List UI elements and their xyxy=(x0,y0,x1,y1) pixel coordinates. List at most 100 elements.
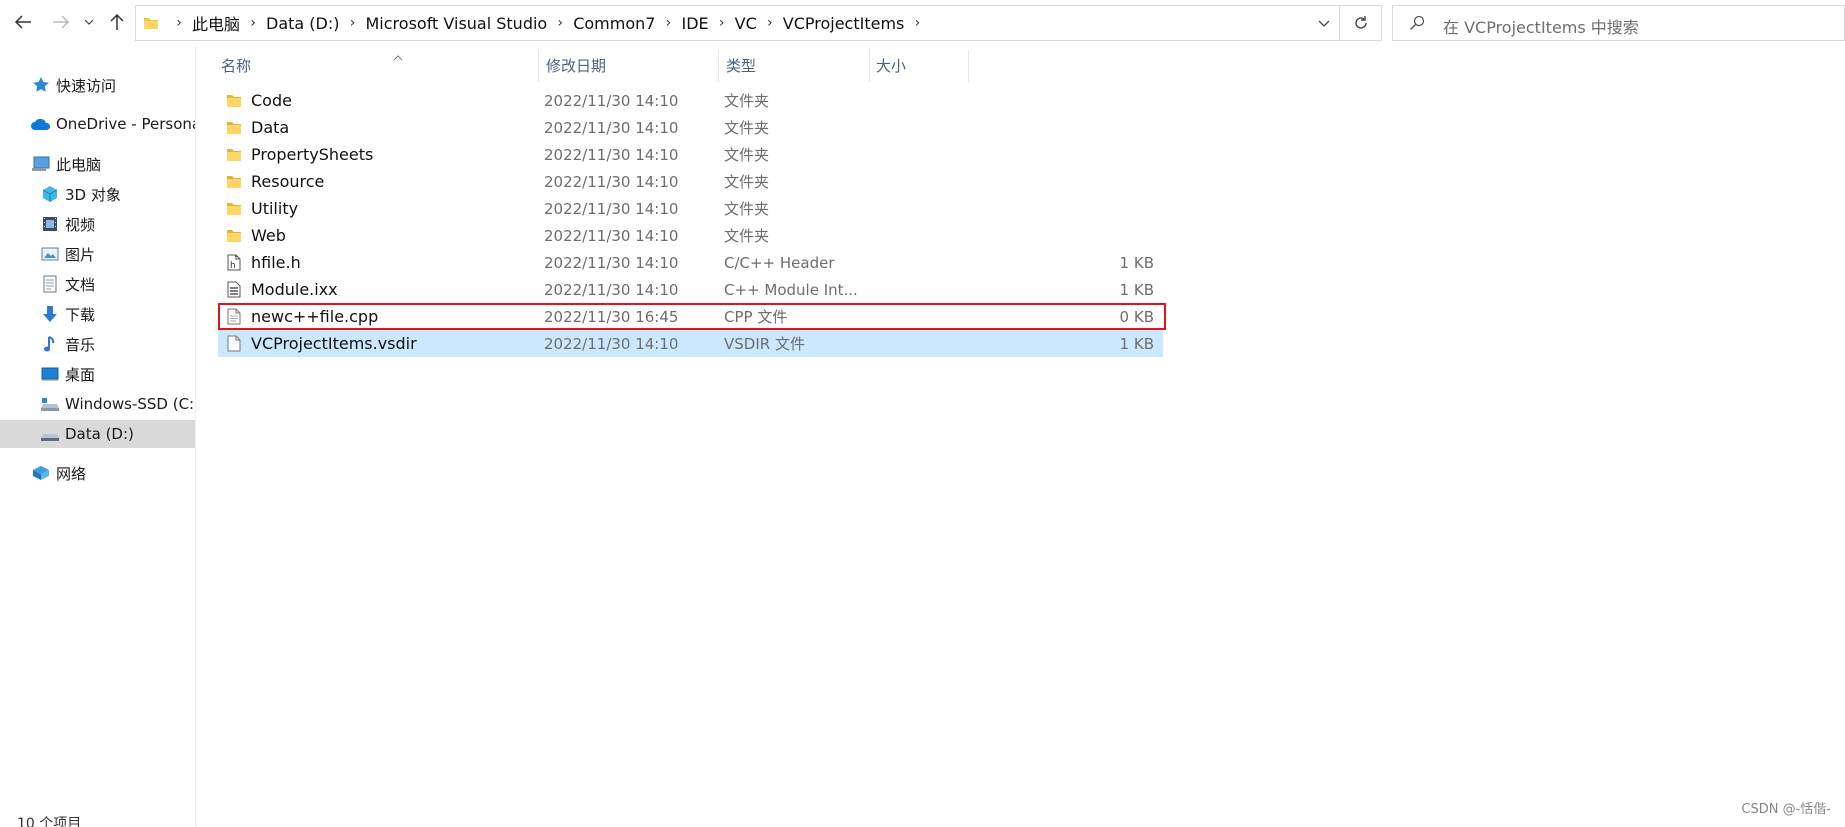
sidebar-item-quick-access[interactable]: 快速访问 xyxy=(0,71,195,99)
file-name: Utility xyxy=(251,199,299,218)
up-button[interactable] xyxy=(103,8,131,36)
forward-button[interactable] xyxy=(47,8,75,36)
desktop-icon xyxy=(39,363,61,385)
chevron-right-icon[interactable]: › xyxy=(904,15,930,31)
cloud-icon xyxy=(30,113,52,135)
video-icon xyxy=(39,213,61,235)
column-header-name[interactable]: 名称 xyxy=(221,50,521,80)
file-size xyxy=(878,87,1158,114)
document-icon xyxy=(39,273,61,295)
sidebar-item-network[interactable]: 网络 xyxy=(0,459,195,487)
sidebar-item-downloads[interactable]: 下载 xyxy=(0,300,195,328)
file-row-web[interactable]: Web 2022/11/30 14:10 文件夹 xyxy=(218,222,1163,249)
chevron-right-icon: › xyxy=(176,15,182,31)
column-header-date[interactable]: 修改日期 xyxy=(546,50,716,80)
column-header-type[interactable]: 类型 xyxy=(726,50,866,80)
file-size: 0 KB xyxy=(1119,307,1154,326)
crumb-common7[interactable]: Common7 xyxy=(573,14,655,33)
file-size: 1 KB xyxy=(1119,334,1154,353)
column-divider[interactable] xyxy=(869,50,870,82)
file-size xyxy=(878,222,1158,249)
arrow-up-icon xyxy=(110,13,124,30)
sidebar-item-pictures[interactable]: 图片 xyxy=(0,240,195,268)
file-name: Data xyxy=(251,118,290,137)
crumb-this-pc[interactable]: 此电脑 xyxy=(192,11,240,35)
sidebar-item-3d-objects[interactable]: 3D 对象 xyxy=(0,180,195,208)
chevron-right-icon[interactable]: › xyxy=(547,15,573,31)
chevron-right-icon[interactable]: › xyxy=(240,15,266,31)
file-type: C/C++ Header xyxy=(724,253,835,272)
file-row-hfile[interactable]: h hfile.h 2022/11/30 14:10 C/C++ Header … xyxy=(218,249,1163,276)
picture-icon xyxy=(39,243,61,265)
file-row-module[interactable]: Module.ixx 2022/11/30 14:10 C++ Module I… xyxy=(218,276,1163,303)
arrow-left-icon xyxy=(14,15,31,29)
chevron-right-icon[interactable]: › xyxy=(340,15,366,31)
file-date: 2022/11/30 14:10 xyxy=(544,226,679,245)
crumb-ide[interactable]: IDE xyxy=(681,14,708,33)
file-name: Resource xyxy=(251,172,325,191)
address-history-button[interactable] xyxy=(1317,15,1331,34)
file-name: VCProjectItems.vsdir xyxy=(251,334,417,353)
drive-icon xyxy=(39,423,61,445)
folder-icon xyxy=(221,87,247,114)
file-row-resource[interactable]: Resource 2022/11/30 14:10 文件夹 xyxy=(218,168,1163,195)
sidebar-item-desktop[interactable]: 桌面 xyxy=(0,360,195,388)
file-type: 文件夹 xyxy=(724,227,770,245)
folder-icon xyxy=(221,195,247,222)
file-name: Web xyxy=(251,226,286,245)
crumb-visual-studio[interactable]: Microsoft Visual Studio xyxy=(366,14,548,33)
file-name: newc++file.cpp xyxy=(251,307,379,326)
sidebar-item-videos[interactable]: 视频 xyxy=(0,210,195,238)
sidebar-item-music[interactable]: 音乐 xyxy=(0,330,195,358)
file-size xyxy=(878,141,1158,168)
folder-icon xyxy=(221,141,247,168)
file-date: 2022/11/30 14:10 xyxy=(544,172,679,191)
folder-icon xyxy=(136,6,166,40)
file-type: 文件夹 xyxy=(724,146,770,164)
crumb-vc[interactable]: VC xyxy=(735,14,757,33)
file-row-utility[interactable]: Utility 2022/11/30 14:10 文件夹 xyxy=(218,195,1163,222)
column-divider[interactable] xyxy=(718,50,719,82)
file-date: 2022/11/30 14:10 xyxy=(544,118,679,137)
sidebar-item-windows-ssd[interactable]: Windows-SSD (C:) xyxy=(0,390,195,418)
search-icon xyxy=(1409,15,1425,35)
file-size xyxy=(878,168,1158,195)
file-row-data[interactable]: Data 2022/11/30 14:10 文件夹 xyxy=(218,114,1163,141)
chevron-right-icon[interactable]: › xyxy=(757,15,783,31)
search-placeholder: 在 VCProjectItems 中搜索 xyxy=(1443,18,1639,37)
sidebar-item-data-drive[interactable]: Data (D:) xyxy=(0,420,195,448)
module-file-icon xyxy=(221,276,247,303)
file-row-propertysheets[interactable]: PropertySheets 2022/11/30 14:10 文件夹 xyxy=(218,141,1163,168)
music-icon xyxy=(39,333,61,355)
folder-icon xyxy=(221,222,247,249)
recent-locations-button[interactable] xyxy=(78,8,100,36)
file-row-code[interactable]: Code 2022/11/30 14:10 文件夹 xyxy=(218,87,1163,114)
chevron-right-icon[interactable]: › xyxy=(655,15,681,31)
sidebar-item-onedrive[interactable]: OneDrive - Personal xyxy=(0,110,195,138)
column-divider[interactable] xyxy=(968,50,969,82)
column-divider[interactable] xyxy=(538,50,539,82)
header-file-icon: h xyxy=(221,249,247,276)
back-button[interactable] xyxy=(9,8,37,36)
file-type: VSDIR 文件 xyxy=(724,335,805,353)
sidebar-item-documents[interactable]: 文档 xyxy=(0,270,195,298)
chevron-down-icon xyxy=(1318,20,1330,27)
file-type: C++ Module Int... xyxy=(724,280,858,299)
file-row-vcprojectitems-vsdir[interactable]: VCProjectItems.vsdir 2022/11/30 14:10 VS… xyxy=(218,330,1163,357)
address-bar[interactable]: › 此电脑 › Data (D:) › Microsoft Visual Stu… xyxy=(135,5,1340,41)
crumb-vcprojectitems[interactable]: VCProjectItems xyxy=(783,14,905,33)
refresh-button[interactable] xyxy=(1340,5,1382,41)
column-header-size[interactable]: 大小 xyxy=(876,50,956,80)
navigation-pane: 快速访问 OneDrive - Personal 此电脑 3D 对象 视频 图片 xyxy=(0,45,196,827)
file-row-newcppfile[interactable]: newc++file.cpp 2022/11/30 16:45 CPP 文件 0… xyxy=(218,303,1166,330)
file-name: hfile.h xyxy=(251,253,301,272)
sidebar-item-this-pc[interactable]: 此电脑 xyxy=(0,150,195,178)
blank-file-icon xyxy=(221,330,247,357)
drive-icon xyxy=(39,393,61,415)
file-name: Code xyxy=(251,91,292,110)
crumb-data-drive[interactable]: Data (D:) xyxy=(266,14,339,33)
file-size: 1 KB xyxy=(1119,253,1154,272)
chevron-right-icon[interactable]: › xyxy=(709,15,735,31)
file-type: 文件夹 xyxy=(724,92,770,110)
search-box[interactable]: 在 VCProjectItems 中搜索 xyxy=(1392,5,1845,41)
